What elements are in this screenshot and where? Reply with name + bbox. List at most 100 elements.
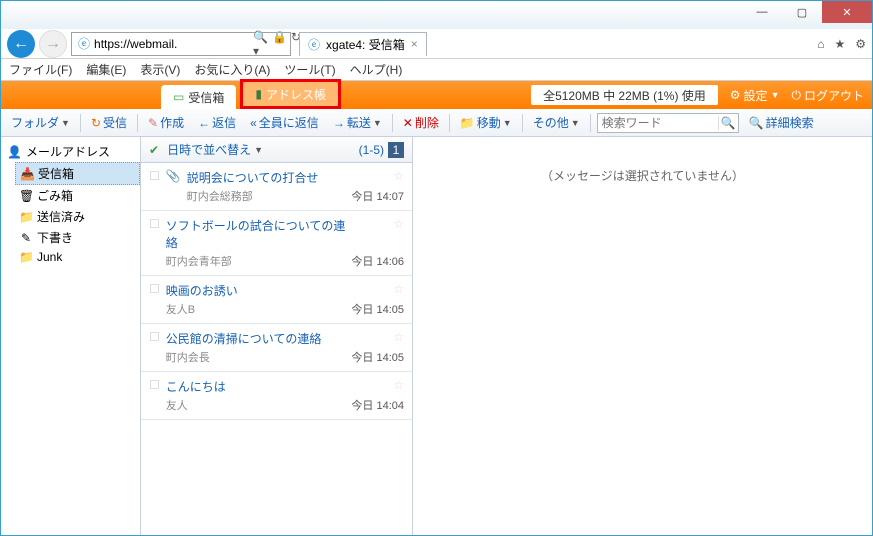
star-icon[interactable]: ☆ bbox=[393, 217, 404, 231]
minimize-button[interactable]: — bbox=[742, 1, 782, 23]
chevron-down-icon: ▼ bbox=[771, 90, 780, 100]
account-title[interactable]: 👤 メールアドレス bbox=[1, 141, 140, 162]
settings-link[interactable]: ⚙ 設定 ▼ bbox=[730, 87, 780, 104]
star-icon[interactable]: ☆ bbox=[393, 282, 404, 296]
favorites-icon[interactable]: ★ bbox=[834, 37, 845, 51]
menu-edit[interactable]: 編集(E) bbox=[86, 61, 126, 78]
message-row[interactable]: ☐📎説明会についての打合せ町内会総務部☆今日 14:07 bbox=[141, 163, 412, 211]
folder-item-3[interactable]: ✎下書き bbox=[15, 227, 140, 248]
folder-label: 下書き bbox=[37, 229, 73, 246]
folder-icon: 📁 bbox=[19, 250, 33, 264]
sort-button[interactable]: 日時で並べ替え▼ bbox=[163, 139, 267, 160]
folder-item-0[interactable]: 📥 受信箱 bbox=[15, 162, 140, 185]
message-time: 今日 14:05 bbox=[351, 349, 404, 365]
logout-link[interactable]: ⏻ ログアウト bbox=[791, 87, 864, 104]
checkbox[interactable]: ☐ bbox=[149, 330, 160, 365]
tab-address-book[interactable]: ▮ アドレス帳 bbox=[243, 82, 338, 106]
user-icon: 👤 bbox=[7, 145, 22, 159]
forward-icon: → bbox=[333, 116, 345, 130]
delete-icon: ✕ bbox=[403, 116, 413, 130]
close-button[interactable]: ✕ bbox=[822, 1, 872, 23]
forward-button[interactable]: →転送▼ bbox=[329, 112, 386, 133]
forward-button[interactable]: → bbox=[39, 30, 67, 58]
reply-button[interactable]: ←返信 bbox=[194, 112, 240, 133]
folder-icon: 📥 bbox=[20, 167, 34, 181]
menu-tools[interactable]: ツール(T) bbox=[284, 61, 335, 78]
checkbox[interactable]: ☐ bbox=[149, 282, 160, 317]
folder-item-1[interactable]: 🗑ごみ箱 bbox=[15, 185, 140, 206]
menu-favorites[interactable]: お気に入り(A) bbox=[194, 61, 270, 78]
folder-item-4[interactable]: 📁 Junk bbox=[15, 248, 140, 266]
search-input[interactable] bbox=[598, 116, 718, 130]
receive-button[interactable]: ↻受信 bbox=[87, 112, 131, 133]
refresh-icon: ↻ bbox=[91, 116, 101, 130]
other-button[interactable]: その他▼ bbox=[529, 112, 584, 133]
attachment-icon: 📎 bbox=[166, 169, 181, 204]
reply-all-button[interactable]: «全員に返信 bbox=[246, 112, 323, 133]
app-toolbar: フォルダ▼ ↻受信 ✎作成 ←返信 «全員に返信 →転送▼ ✕削除 📁移動▼ そ… bbox=[1, 109, 872, 137]
compose-button[interactable]: ✎作成 bbox=[144, 112, 188, 133]
message-subject: 公民館の清掃についての連絡 bbox=[166, 330, 346, 347]
url-input[interactable] bbox=[94, 37, 249, 51]
browser-tab[interactable]: ⓔ xgate4: 受信箱 × bbox=[299, 32, 427, 56]
maximize-button[interactable]: ▢ bbox=[782, 1, 822, 23]
folder-label: 送信済み bbox=[37, 208, 85, 225]
folder-label: Junk bbox=[37, 250, 62, 264]
page-range: (1-5) bbox=[359, 143, 384, 157]
message-time: 今日 14:05 bbox=[351, 301, 404, 317]
storage-indicator: 全5120MB 中 22MB (1%) 使用 bbox=[531, 85, 718, 105]
message-row[interactable]: ☐こんにちは友人☆今日 14:04 bbox=[141, 372, 412, 420]
tools-icon[interactable]: ⚙ bbox=[855, 37, 866, 51]
lock-icon: 🔒 bbox=[272, 30, 287, 58]
menu-help[interactable]: ヘルプ(H) bbox=[350, 61, 403, 78]
compose-icon: ✎ bbox=[148, 116, 158, 130]
advanced-search-link[interactable]: 🔍詳細検索 bbox=[745, 112, 818, 133]
delete-button[interactable]: ✕削除 bbox=[399, 112, 443, 133]
tab-title: xgate4: 受信箱 bbox=[326, 36, 405, 53]
search-box[interactable]: 🔍 bbox=[597, 113, 739, 133]
preview-empty-text: （メッセージは選択されていません） bbox=[541, 167, 744, 184]
search-icon[interactable]: 🔍 bbox=[718, 116, 738, 130]
reply-all-icon: « bbox=[250, 116, 257, 130]
checkbox[interactable]: ☐ bbox=[149, 169, 160, 204]
folder-sidebar: 👤 メールアドレス 📥 受信箱 🗑ごみ箱📁送信済み✎下書き 📁 Junk bbox=[1, 137, 141, 535]
checkbox[interactable]: ☐ bbox=[149, 378, 160, 413]
checkbox[interactable]: ☐ bbox=[149, 217, 160, 269]
menu-file[interactable]: ファイル(F) bbox=[9, 61, 72, 78]
move-button[interactable]: 📁移動▼ bbox=[456, 112, 516, 133]
folder-label: 受信箱 bbox=[38, 165, 74, 182]
highlight-annotation: ▮ アドレス帳 bbox=[240, 79, 341, 109]
star-icon[interactable]: ☆ bbox=[393, 378, 404, 392]
folder-icon: 📁 bbox=[460, 116, 475, 130]
power-icon: ⏻ bbox=[791, 88, 801, 103]
message-from: 町内会長 bbox=[166, 349, 346, 365]
star-icon[interactable]: ☆ bbox=[393, 330, 404, 344]
folder-label: ごみ箱 bbox=[37, 187, 73, 204]
star-icon[interactable]: ☆ bbox=[393, 169, 404, 183]
search-icon: 🔍 bbox=[749, 116, 764, 130]
url-bar[interactable]: ⓔ 🔍▾ 🔒 ↻ bbox=[71, 32, 291, 56]
message-subject: 説明会についての打合せ bbox=[187, 169, 346, 186]
home-icon[interactable]: ⌂ bbox=[817, 37, 824, 51]
message-row[interactable]: ☐ 公民館の清掃についての連絡町内会長 ☆ 今日 14:05 bbox=[141, 324, 412, 372]
back-button[interactable]: ← bbox=[7, 30, 35, 58]
folder-button[interactable]: フォルダ▼ bbox=[7, 112, 74, 133]
app-header: ▭ 受信箱 ▮ アドレス帳 全5120MB 中 22MB (1%) 使用 ⚙ 設… bbox=[1, 81, 872, 109]
message-time: 今日 14:06 bbox=[351, 253, 404, 269]
tab-close-icon[interactable]: × bbox=[411, 37, 418, 51]
page-number[interactable]: 1 bbox=[388, 142, 404, 158]
message-subject: 映画のお誘い bbox=[166, 282, 346, 299]
browser-menu-bar: ファイル(F) 編集(E) 表示(V) お気に入り(A) ツール(T) ヘルプ(… bbox=[1, 59, 872, 81]
message-row[interactable]: ☐ソフトボールの試合についての連絡町内会青年部☆今日 14:06 bbox=[141, 211, 412, 276]
check-icon: ✔ bbox=[149, 143, 159, 157]
search-icon[interactable]: 🔍▾ bbox=[253, 30, 268, 58]
menu-view[interactable]: 表示(V) bbox=[140, 61, 180, 78]
preview-pane: （メッセージは選択されていません） bbox=[413, 137, 872, 535]
tab-inbox[interactable]: ▭ 受信箱 bbox=[161, 85, 236, 109]
message-from: 友人B bbox=[166, 301, 346, 317]
folder-item-2[interactable]: 📁送信済み bbox=[15, 206, 140, 227]
window-titlebar: — ▢ ✕ bbox=[1, 1, 872, 29]
message-time: 今日 14:07 bbox=[351, 188, 404, 204]
gear-icon: ⚙ bbox=[730, 88, 741, 102]
message-row[interactable]: ☐ 映画のお誘い友人B ☆ 今日 14:05 bbox=[141, 276, 412, 324]
